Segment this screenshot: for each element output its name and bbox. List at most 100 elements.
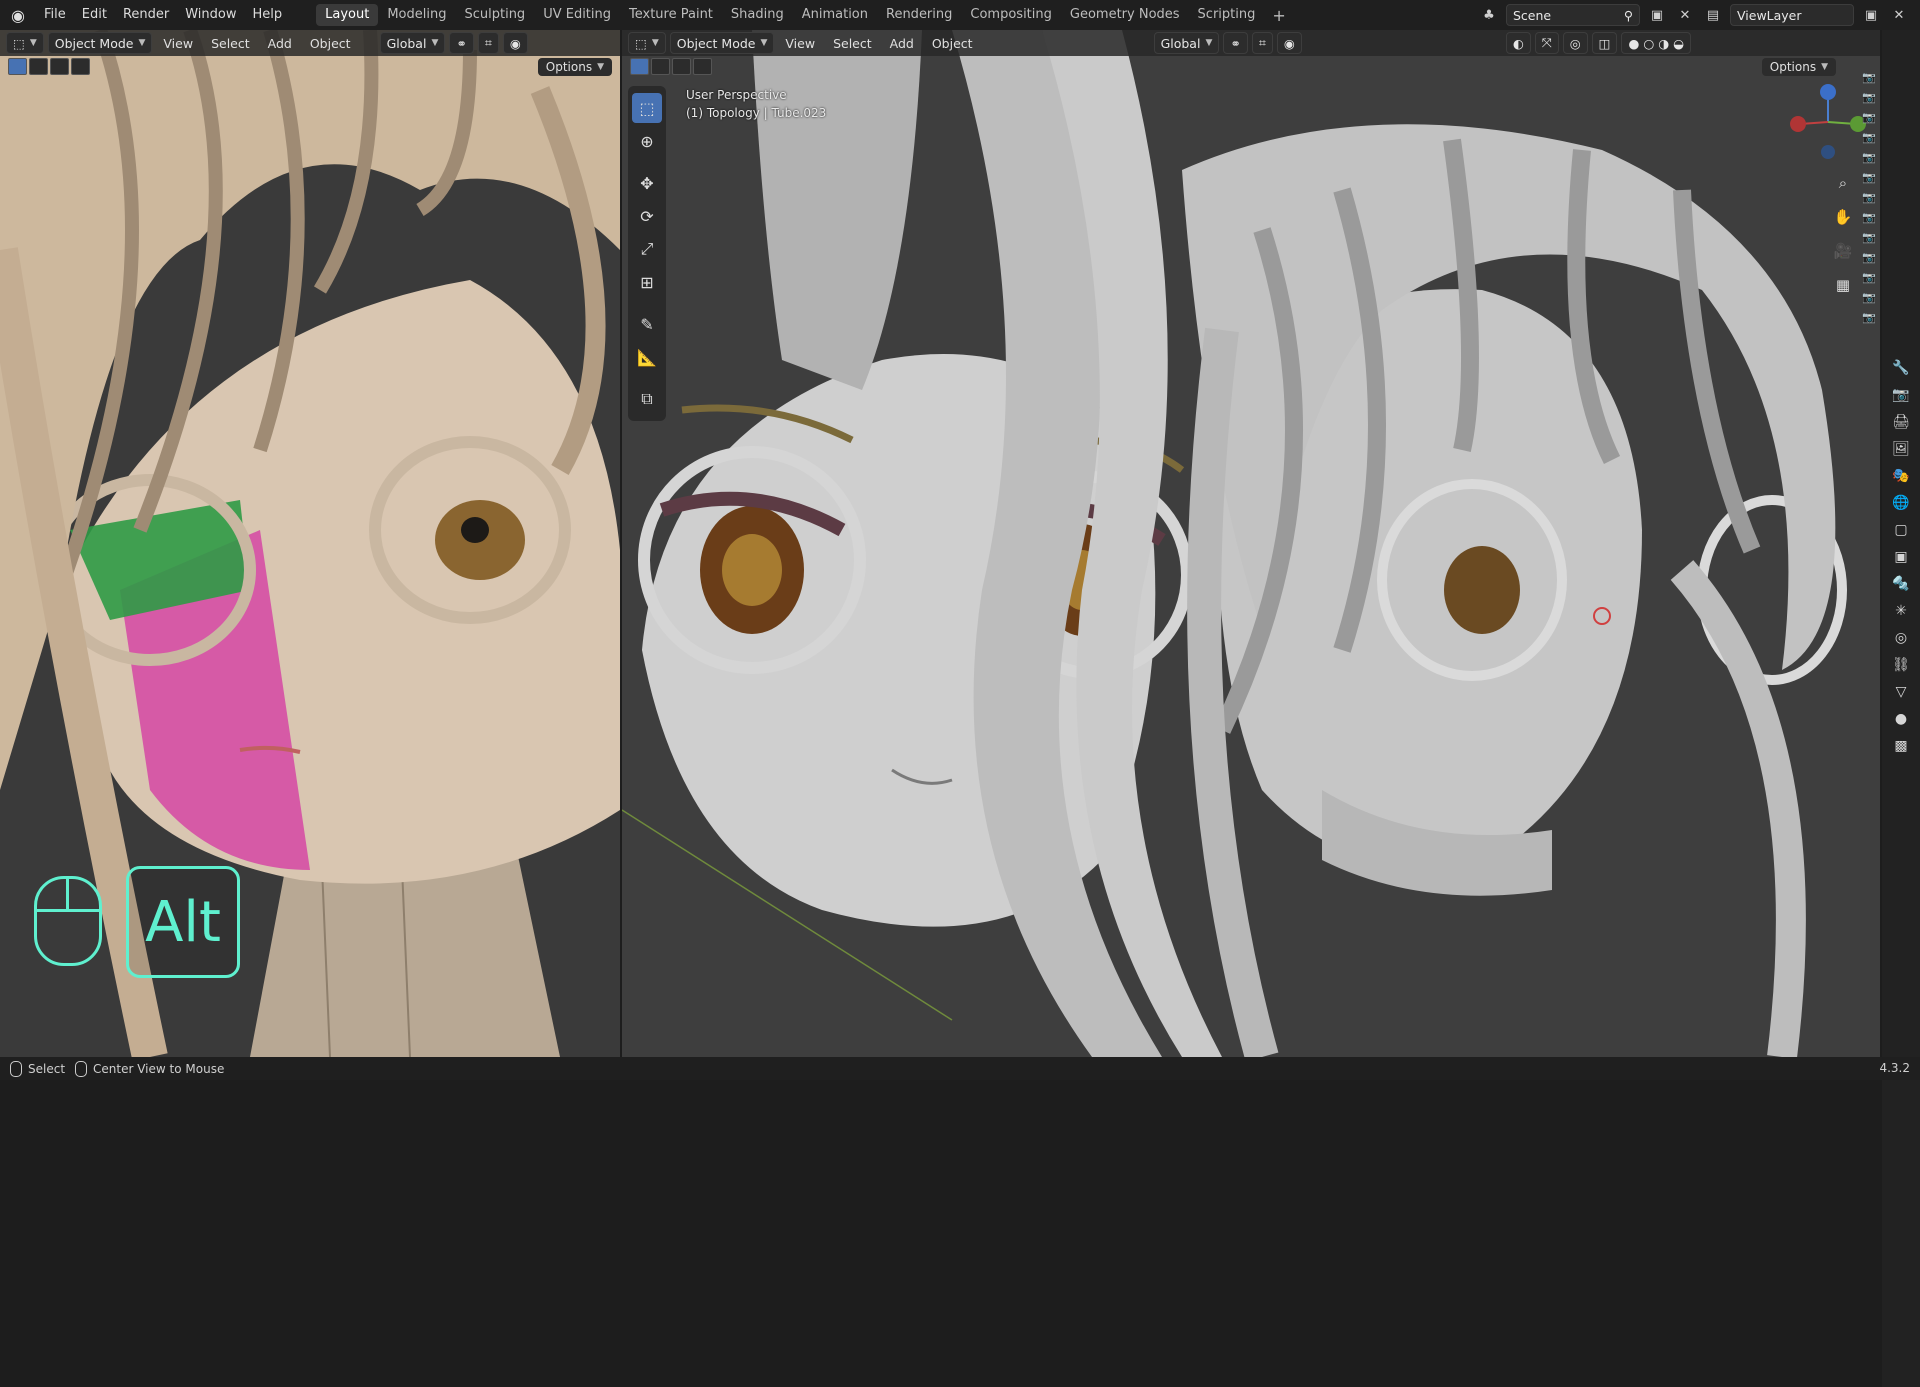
camera-icon[interactable]: 📷: [1862, 130, 1876, 146]
right-menu-select[interactable]: Select: [826, 36, 879, 51]
tab-sculpting[interactable]: Sculpting: [455, 4, 534, 26]
select-box-icon[interactable]: [8, 58, 27, 75]
constraints-props-icon[interactable]: ⛓: [1892, 657, 1910, 673]
menu-file[interactable]: File: [36, 0, 74, 30]
right-mode-dropdown[interactable]: Object Mode ▼: [669, 32, 775, 54]
pivot-icon[interactable]: ⚭: [449, 32, 474, 54]
xray-icon[interactable]: ◫: [1591, 32, 1618, 54]
snap-icon[interactable]: ⌗: [477, 32, 499, 54]
left-viewport[interactable]: ⬚ ▼ Object Mode ▼ View Select Add Object G…: [0, 30, 620, 1057]
pivot-icon[interactable]: ⚭: [1223, 32, 1248, 54]
tool-props-icon[interactable]: 🔧: [1892, 360, 1909, 376]
material-props-icon[interactable]: ●: [1895, 711, 1907, 727]
tab-rendering[interactable]: Rendering: [877, 4, 961, 26]
right-menu-view[interactable]: View: [778, 36, 822, 51]
render-props-icon[interactable]: 📷: [1892, 387, 1909, 403]
menu-help[interactable]: Help: [245, 0, 291, 30]
proportional-icon[interactable]: ◉: [1276, 32, 1302, 54]
select-extend-icon[interactable]: [29, 58, 48, 75]
left-orientation-dropdown[interactable]: Global ▼: [379, 32, 446, 54]
camera-icon[interactable]: 📷: [1862, 210, 1876, 226]
proportional-icon[interactable]: ◉: [502, 32, 528, 54]
right-menu-add[interactable]: Add: [883, 36, 921, 51]
camera-icon[interactable]: 📷: [1862, 310, 1876, 326]
right-menu-object[interactable]: Object: [925, 36, 980, 51]
left-menu-object[interactable]: Object: [303, 36, 358, 51]
tab-uv-editing[interactable]: UV Editing: [534, 4, 620, 26]
view-layer-icon[interactable]: ▤: [1702, 5, 1724, 25]
tab-animation[interactable]: Animation: [793, 4, 877, 26]
scene-field[interactable]: Scene ⚲: [1506, 4, 1640, 26]
camera-icon[interactable]: 📷: [1862, 150, 1876, 166]
tab-compositing[interactable]: Compositing: [961, 4, 1061, 26]
tab-texture-paint[interactable]: Texture Paint: [620, 4, 722, 26]
menu-window[interactable]: Window: [177, 0, 244, 30]
camera-icon[interactable]: 📷: [1862, 110, 1876, 126]
scale-tool-icon[interactable]: ⤢: [632, 234, 662, 264]
visibility-icon[interactable]: ◐: [1505, 32, 1531, 54]
menu-edit[interactable]: Edit: [74, 0, 115, 30]
view-layer-props-icon[interactable]: 🖼: [1892, 441, 1910, 457]
camera-icon[interactable]: 📷: [1862, 70, 1876, 86]
collection-props-icon[interactable]: ▢: [1894, 522, 1907, 538]
shading-modes-icon[interactable]: ● ○ ◑ ◒: [1621, 32, 1692, 54]
view-layer-field[interactable]: ViewLayer: [1730, 4, 1854, 26]
rotate-tool-icon[interactable]: ⟳: [632, 201, 662, 231]
move-tool-icon[interactable]: ✥: [632, 168, 662, 198]
camera-view-icon[interactable]: 🎥: [1830, 238, 1856, 264]
physics-props-icon[interactable]: ◎: [1895, 630, 1907, 646]
new-scene-icon[interactable]: ▣: [1646, 5, 1668, 25]
particles-props-icon[interactable]: ✳: [1895, 603, 1907, 619]
select-subtract-icon[interactable]: [672, 58, 691, 75]
left-menu-select[interactable]: Select: [204, 36, 257, 51]
camera-icon[interactable]: 📷: [1862, 90, 1876, 106]
pan-hand-icon[interactable]: ✋: [1830, 204, 1856, 230]
gizmo-toggle-icon[interactable]: ⤧: [1534, 32, 1559, 54]
select-invert-icon[interactable]: [71, 58, 90, 75]
tab-geometry-nodes[interactable]: Geometry Nodes: [1061, 4, 1189, 26]
ortho-grid-icon[interactable]: ▦: [1830, 272, 1856, 298]
camera-icon[interactable]: 📷: [1862, 170, 1876, 186]
tab-shading[interactable]: Shading: [722, 4, 793, 26]
measure-tool-icon[interactable]: 📐: [632, 342, 662, 372]
tab-layout[interactable]: Layout: [316, 4, 379, 26]
right-options-dropdown[interactable]: Options ▼: [1761, 58, 1836, 76]
camera-icon[interactable]: 📷: [1862, 290, 1876, 306]
data-props-icon[interactable]: ▽: [1896, 684, 1907, 700]
add-workspace-icon[interactable]: +: [1264, 6, 1293, 25]
snap-icon[interactable]: ⌗: [1251, 32, 1273, 54]
select-box-icon[interactable]: [630, 58, 649, 75]
left-mode-dropdown[interactable]: Object Mode ▼: [47, 32, 153, 54]
scene-props-icon[interactable]: 🎭: [1892, 468, 1909, 484]
annotate-tool-icon[interactable]: ✎: [632, 309, 662, 339]
world-props-icon[interactable]: 🌐: [1892, 495, 1909, 511]
right-orientation-dropdown[interactable]: Global ▼: [1153, 32, 1220, 54]
editor-type-button[interactable]: ⬚ ▼: [6, 32, 44, 54]
select-tool-icon[interactable]: ⬚: [632, 93, 662, 123]
select-invert-icon[interactable]: [693, 58, 712, 75]
output-props-icon[interactable]: 🖨: [1892, 414, 1910, 430]
tab-scripting[interactable]: Scripting: [1189, 4, 1265, 26]
editor-type-button[interactable]: ⬚ ▼: [628, 32, 666, 54]
transform-tool-icon[interactable]: ⊞: [632, 267, 662, 297]
add-cube-tool-icon[interactable]: ⧉: [632, 384, 662, 414]
overlay-toggle-icon[interactable]: ◎: [1562, 32, 1588, 54]
delete-scene-icon[interactable]: ✕: [1674, 5, 1696, 25]
delete-view-layer-icon[interactable]: ✕: [1888, 5, 1910, 25]
zoom-icon[interactable]: ⌕: [1830, 170, 1856, 196]
menu-render[interactable]: Render: [115, 0, 177, 30]
right-viewport[interactable]: ⬚ ▼ Object Mode ▼ View Select Add Object G…: [622, 30, 1880, 1057]
cursor-tool-icon[interactable]: ⊕: [632, 126, 662, 156]
camera-icon[interactable]: 📷: [1862, 250, 1876, 266]
object-props-icon[interactable]: ▣: [1894, 549, 1907, 565]
new-view-layer-icon[interactable]: ▣: [1860, 5, 1882, 25]
select-extend-icon[interactable]: [651, 58, 670, 75]
camera-icon[interactable]: 📷: [1862, 190, 1876, 206]
left-menu-add[interactable]: Add: [261, 36, 299, 51]
left-menu-view[interactable]: View: [156, 36, 200, 51]
camera-icon[interactable]: 📷: [1862, 230, 1876, 246]
blender-logo-icon[interactable]: ◉: [0, 0, 36, 30]
select-subtract-icon[interactable]: [50, 58, 69, 75]
scene-icon[interactable]: ♣: [1478, 5, 1500, 25]
pin-icon[interactable]: ⚲: [1624, 8, 1633, 23]
